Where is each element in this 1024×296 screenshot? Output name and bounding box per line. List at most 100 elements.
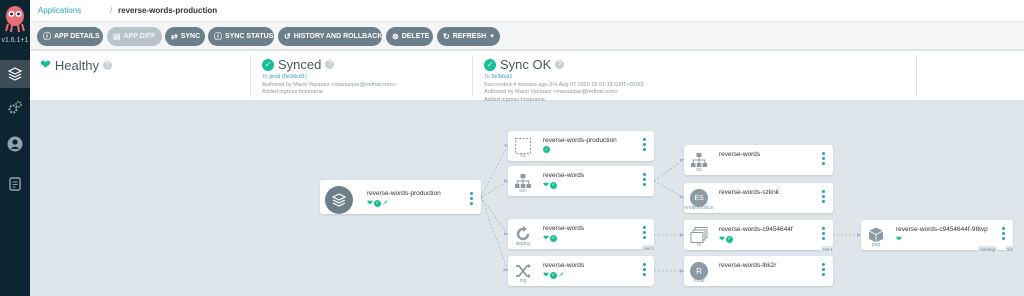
app-icon [325, 186, 353, 214]
operation-status-label: Sync OK [500, 57, 552, 72]
operation-status: ✓ Sync OK ? [484, 57, 904, 72]
node-menu-button[interactable] [643, 263, 646, 276]
app-diff-button[interactable]: ▤ APP DIFF [107, 27, 162, 46]
node-ingress[interactable]: ing reverse-words ❤ ✓ ↗ [508, 256, 654, 286]
node-status: ❤ ✓ [719, 235, 733, 243]
sync-panel: ✓ Synced ? To prod (5e3dcd1) Authored by… [262, 51, 472, 101]
breadcrumb-applications-link[interactable]: Applications [38, 6, 81, 15]
node-menu-button[interactable] [470, 192, 473, 205]
app-details-button[interactable]: ⓘ APP DETAILS [37, 27, 103, 46]
node-kind-label: ing [519, 278, 527, 284]
node-menu-button[interactable] [643, 173, 646, 186]
layers-icon [7, 67, 23, 81]
node-service[interactable]: svc reverse-words ❤ ✓ [508, 166, 654, 196]
divider [250, 55, 251, 97]
nav-documentation[interactable] [0, 170, 30, 198]
divider [916, 55, 917, 97]
app-node[interactable]: reverse-words-production ❤ ✓ ↗ [320, 180, 481, 214]
node-kind-label: rs [696, 242, 702, 248]
check-circle-icon: ✓ [549, 181, 557, 189]
heart-icon: ❤ [40, 57, 51, 72]
operation-to: To 5e3dcd1 [484, 74, 904, 82]
node-menu-button[interactable] [822, 152, 825, 165]
question-icon[interactable]: ? [102, 60, 112, 70]
node-endpointslice[interactable]: ES endpointslice reverse-words-szknk [684, 183, 833, 213]
node-name: reverse-words-c9454644f-98tvp [896, 226, 988, 233]
sync-status-button[interactable]: ⓘ SYNC STATUS [208, 27, 274, 46]
sync-message: Added ingress hostname [262, 89, 323, 95]
node-menu-button[interactable] [643, 226, 646, 239]
node-kind-label: svc [519, 188, 527, 194]
redo-icon: ↻ [443, 32, 450, 41]
delete-button[interactable]: ⊗ DELETE [386, 27, 433, 46]
delete-label: DELETE [401, 33, 430, 40]
node-replicaset[interactable]: rs reverse-words-c9454644f ❤ ✓ rev:1 [684, 220, 835, 253]
external-link-icon[interactable]: ↗ [382, 199, 388, 207]
breadcrumb-separator: / [110, 6, 113, 15]
question-icon[interactable]: ? [555, 60, 565, 69]
operation-revision-link[interactable]: 5e3dcd1 [491, 74, 512, 80]
node-menu-button[interactable] [822, 190, 825, 203]
heart-icon: ❤ [543, 235, 549, 242]
nav-settings[interactable] [0, 94, 30, 122]
gears-icon [8, 101, 22, 114]
node-status: ❤ ✓ ↗ [543, 271, 564, 279]
node-name: reverse-words-production [543, 137, 617, 144]
app-details-label: APP DETAILS [54, 33, 100, 40]
health-panel: ❤ Healthy ? [40, 51, 240, 101]
node-menu-button[interactable] [643, 138, 646, 151]
sync-icon: ⇄ [171, 32, 178, 41]
external-link-icon[interactable]: ↗ [558, 271, 564, 279]
node-kind-label: route [693, 278, 705, 284]
operation-panel: ✓ Sync OK ? To 5e3dcd1 Succeeded 4 minut… [484, 51, 904, 104]
sync-revision-link[interactable]: prod (5e3dcd1) [269, 74, 306, 80]
check-circle-icon: ✓ [725, 235, 733, 243]
node-endpoints[interactable]: ep reverse-words [684, 145, 833, 175]
question-icon[interactable]: ? [325, 60, 335, 69]
node-kind-label: ns [520, 153, 526, 159]
status-panel: ❤ Healthy ? ✓ Synced ? To prod (5e3dcd1)… [30, 51, 1024, 104]
node-pod[interactable]: pod reverse-words-c9454644f-98tvp ❤ runn… [861, 220, 1015, 253]
heart-icon: ❤ [543, 272, 549, 279]
heart-icon: ❤ [543, 182, 549, 189]
docs-icon [9, 177, 21, 191]
sync-status: ✓ Synced ? [262, 57, 472, 72]
file-icon: ▤ [113, 32, 121, 41]
resource-tree: reverse-words-production ❤ ✓ ↗ ns revers… [30, 101, 1024, 296]
node-menu-button[interactable] [822, 263, 825, 276]
node-kind-label: ep [696, 167, 702, 173]
user-icon [7, 136, 23, 152]
node-route[interactable]: R route reverse-words-lbk2r [684, 256, 833, 286]
node-kind-label: deploy [515, 241, 531, 247]
node-menu-button[interactable] [1002, 227, 1005, 240]
argo-logo[interactable] [3, 3, 27, 33]
divider [472, 55, 473, 97]
check-circle-icon: ✓ [262, 58, 274, 71]
node-deployment[interactable]: deploy reverse-words ❤ ✓ rev:1 [508, 219, 656, 252]
times-circle-icon: ⊗ [392, 32, 399, 41]
nav-applications[interactable] [0, 60, 30, 88]
sync-author: Authored by Mario Vazquez <mavazque@redh… [262, 81, 396, 88]
node-name: reverse-words [719, 151, 761, 158]
check-circle-icon: ✓ [543, 146, 550, 153]
refresh-button[interactable]: ↻ REFRESH ▼ [437, 27, 500, 46]
node-namespace[interactable]: ns reverse-words-production ✓ [508, 131, 654, 161]
version-label: v1.6.1+1 [1, 37, 29, 44]
operation-details: To 5e3dcd1 Succeeded 4 minutes ago (Fri … [484, 74, 904, 104]
app-node-name: reverse-words-production [367, 190, 441, 197]
node-menu-button[interactable] [822, 227, 825, 240]
sync-label: SYNC [180, 33, 201, 40]
check-circle-icon: ✓ [549, 234, 557, 242]
heart-icon: ❤ [719, 236, 725, 243]
health-status: ❤ Healthy ? [40, 57, 240, 73]
heart-icon: ❤ [896, 236, 902, 243]
check-circle-icon: ✓ [549, 271, 557, 279]
sync-button[interactable]: ⇄ SYNC [165, 27, 205, 46]
heart-icon: ❤ [367, 200, 373, 207]
history-rollback-button[interactable]: ↺ HISTORY AND ROLLBACK [278, 27, 382, 46]
node-name: reverse-words-lbk2r [719, 262, 777, 269]
nav-user-info[interactable] [0, 130, 30, 158]
operation-to-prefix: To [484, 74, 490, 80]
app-diff-label: APP DIFF [123, 33, 156, 40]
pod-status-badge: running [977, 246, 997, 253]
